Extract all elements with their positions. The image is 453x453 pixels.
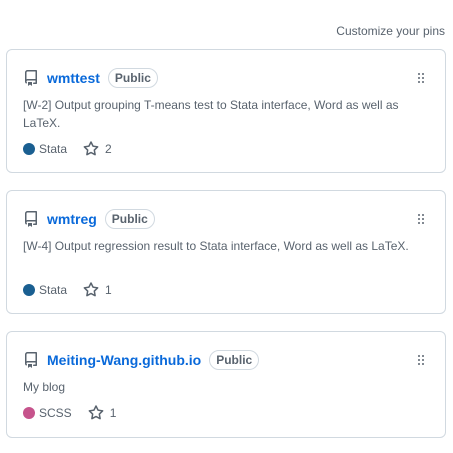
stargazers-link[interactable]: 2 [83, 141, 112, 157]
repo-language: SCSS [39, 406, 72, 420]
repo-language: Stata [39, 142, 68, 156]
drag-handle-icon[interactable] [413, 211, 429, 227]
pinned-repo-card: Meiting-Wang.github.io Public My blog SC… [6, 331, 446, 438]
repo-language: Stata [39, 283, 68, 297]
pinned-repo-header: wmtreg Public [23, 208, 429, 230]
repo-meta: SCSS 1 [23, 405, 116, 421]
repo-meta: Stata 2 [23, 141, 112, 157]
language-color-dot [23, 284, 35, 296]
pinned-repo-header: wmttest Public [23, 67, 429, 89]
visibility-badge: Public [107, 68, 158, 88]
customize-pins-link[interactable]: Customize your pins [336, 24, 445, 38]
repo-description: [W-2] Output grouping T-means test to St… [23, 98, 399, 130]
repo-icon [23, 352, 39, 368]
repo-icon [23, 211, 39, 227]
stargazers-link[interactable]: 1 [88, 405, 117, 421]
star-icon [88, 405, 104, 421]
repo-meta: Stata 1 [23, 282, 112, 298]
repo-description: My blog [23, 380, 66, 394]
repo-name-link[interactable]: wmtreg [47, 211, 97, 227]
star-count: 1 [105, 283, 112, 297]
repo-description: [W-4] Output regression result to Stata … [23, 239, 409, 253]
drag-handle-icon[interactable] [413, 70, 429, 86]
drag-handle-icon[interactable] [413, 352, 429, 368]
pinned-repo-card: wmtreg Public [W-4] Output regression re… [6, 190, 446, 314]
visibility-badge: Public [209, 350, 260, 370]
star-icon [83, 141, 99, 157]
pinned-repo-header: Meiting-Wang.github.io Public [23, 349, 429, 371]
star-count: 1 [109, 406, 117, 420]
repo-name-link[interactable]: wmttest [47, 70, 100, 86]
repo-name-link[interactable]: Meiting-Wang.github.io [47, 352, 201, 368]
language-color-dot [23, 143, 35, 155]
visibility-badge: Public [104, 209, 155, 229]
stargazers-link[interactable]: 1 [83, 282, 112, 298]
star-count: 2 [105, 142, 112, 156]
star-icon [83, 282, 99, 298]
repo-icon [23, 70, 39, 86]
language-color-dot [23, 407, 35, 419]
pinned-repo-card: wmttest Public [W-2] Output grouping T-m… [6, 49, 446, 173]
